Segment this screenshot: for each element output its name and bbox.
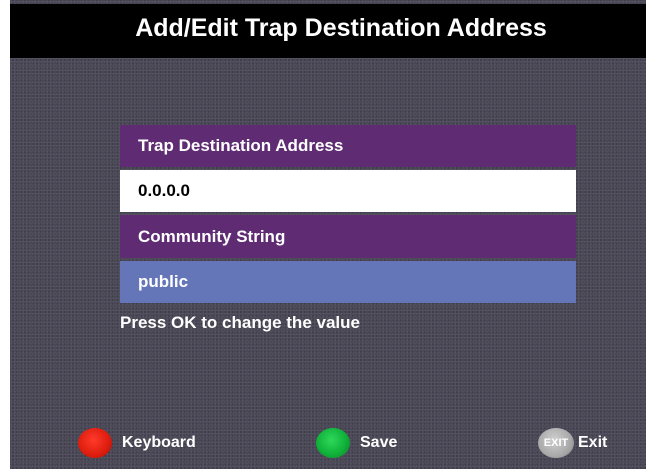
title-bar: Add/Edit Trap Destination Address — [10, 4, 646, 58]
keyboard-button[interactable]: Keyboard — [78, 428, 196, 458]
exit-button[interactable]: EXIT Exit — [538, 428, 607, 458]
community-string-label-row: Community String — [120, 215, 576, 258]
hint-text: Press OK to change the value — [120, 313, 360, 332]
trap-destination-label-row: Trap Destination Address — [120, 125, 576, 167]
exit-badge-text: EXIT — [543, 437, 569, 449]
tv-screen: Add/Edit Trap Destination Address Trap D… — [10, 0, 646, 469]
save-label: Save — [360, 434, 398, 451]
trap-destination-label: Trap Destination Address — [138, 136, 344, 155]
community-string-value: public — [138, 272, 189, 291]
keyboard-label: Keyboard — [122, 434, 196, 451]
red-button-icon — [78, 428, 112, 458]
exit-label: Exit — [578, 434, 608, 451]
community-string-label: Community String — [138, 226, 286, 246]
community-string-field[interactable]: public — [120, 261, 576, 303]
page-title: Add/Edit Trap Destination Address — [135, 13, 547, 42]
green-button-icon — [316, 428, 350, 458]
save-button[interactable]: Save — [316, 428, 397, 458]
exit-button-icon: EXIT — [538, 428, 574, 458]
trap-destination-value: 0.0.0.0 — [138, 181, 190, 200]
trap-destination-field[interactable]: 0.0.0.0 — [120, 170, 576, 212]
